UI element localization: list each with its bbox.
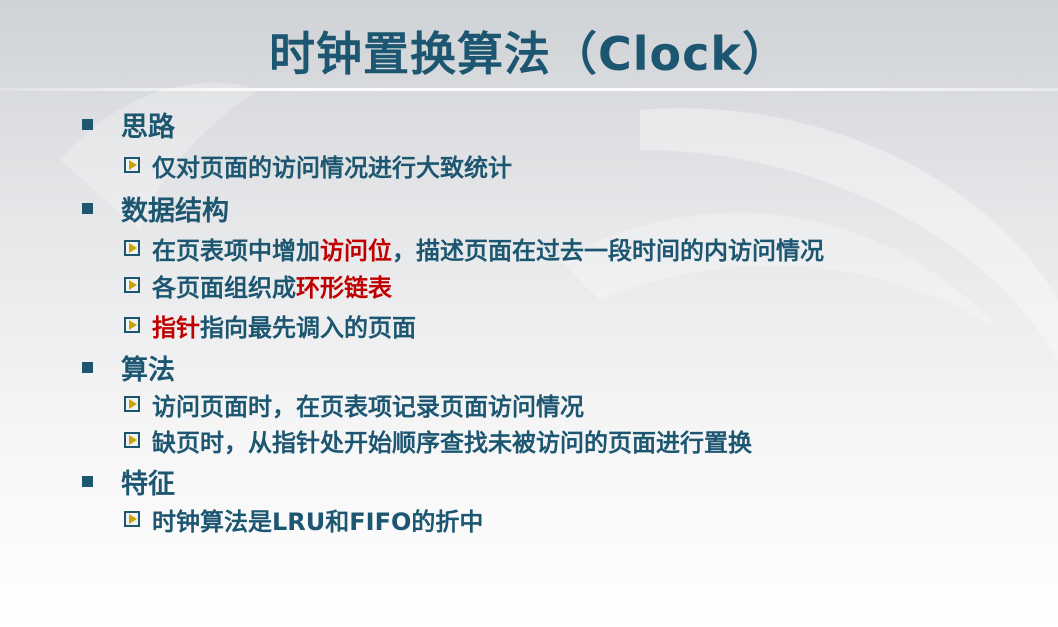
- bullet-item: 各页面组织成 环形链表: [124, 268, 392, 302]
- square-bullet-icon: [82, 202, 93, 214]
- bullet-item: 时钟算法是LRU和FIFO的折中: [124, 502, 483, 536]
- section-heading-2: 数据结构: [82, 190, 229, 227]
- square-bullet-icon: [82, 475, 93, 487]
- page-title: 时钟置换算法（Clock）: [269, 27, 789, 81]
- bullet-item: 指针 指向最先调入的页面: [124, 308, 416, 342]
- title-divider: [0, 88, 1058, 91]
- arrow-box-bullet-icon: [124, 511, 140, 527]
- arrow-box-bullet-icon: [124, 317, 140, 333]
- square-bullet-icon: [82, 118, 93, 130]
- arrow-box-bullet-icon: [124, 277, 140, 293]
- bullet-item: 仅对页面的访问情况进行大致统计: [124, 148, 512, 182]
- bullet-item: 访问页面时，在页表项记录页面访问情况: [124, 387, 584, 421]
- arrow-box-bullet-icon: [124, 396, 140, 412]
- arrow-box-bullet-icon: [124, 432, 140, 448]
- section-heading-4: 特征: [82, 463, 175, 500]
- square-bullet-icon: [82, 361, 93, 373]
- section-heading-3: 算法: [82, 349, 175, 386]
- arrow-box-bullet-icon: [124, 240, 140, 256]
- bullet-item: 在页表项中增加 访问位 ，描述页面在过去一段时间的内访问情况: [124, 231, 824, 265]
- section-heading-1: 思路: [82, 106, 175, 143]
- bullet-item: 缺页时，从指针处开始顺序查找未被访问的页面进行置换: [124, 423, 752, 457]
- arrow-box-bullet-icon: [124, 157, 140, 173]
